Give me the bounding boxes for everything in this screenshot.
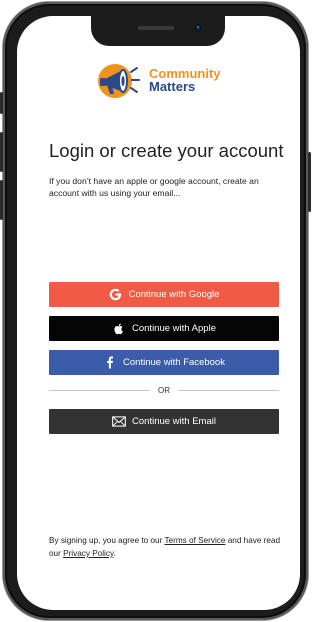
email-button-label: Continue with Email <box>132 416 216 427</box>
apple-icon <box>112 322 126 336</box>
apple-button-label: Continue with Apple <box>132 323 216 334</box>
phone-screen: Community Matters Login or create your a… <box>17 16 300 610</box>
page-subtitle: If you don’t have an apple or google acc… <box>49 176 259 198</box>
envelope-icon <box>112 415 126 429</box>
community-matters-logo: Community Matters <box>95 58 235 102</box>
terms-suffix: . <box>113 549 116 558</box>
terms-notice: By signing up, you agree to our Terms of… <box>49 534 289 560</box>
page-title: Login or create your account <box>49 140 284 161</box>
continue-with-email-button[interactable]: Continue with Email <box>49 409 279 434</box>
facebook-button-label: Continue with Facebook <box>123 357 225 368</box>
continue-with-facebook-button[interactable]: Continue with Facebook <box>49 350 279 375</box>
terms-of-service-link[interactable]: Terms of Service <box>164 536 225 545</box>
divider-line-right <box>178 389 279 391</box>
front-camera-icon <box>194 24 202 32</box>
or-divider: OR <box>49 384 279 396</box>
volume-down-button <box>0 180 3 220</box>
speaker-grille <box>138 26 174 30</box>
privacy-policy-link[interactable]: Privacy Policy <box>63 549 113 558</box>
terms-prefix: By signing up, you agree to our <box>49 536 165 545</box>
google-g-icon <box>109 288 123 302</box>
power-button <box>308 152 311 212</box>
silent-switch <box>0 92 3 114</box>
google-button-label: Continue with Google <box>128 289 220 300</box>
logo-line-matters: Matters <box>149 79 196 94</box>
volume-up-button <box>0 132 3 172</box>
megaphone-icon <box>98 64 140 98</box>
logo-wordmark: Community Matters <box>149 67 221 93</box>
phone-frame: Community Matters Login or create your a… <box>0 2 311 620</box>
continue-with-google-button[interactable]: Continue with Google <box>49 282 279 307</box>
divider-line-left <box>49 389 150 391</box>
or-label: OR <box>158 385 170 395</box>
continue-with-apple-button[interactable]: Continue with Apple <box>49 316 279 341</box>
facebook-f-icon <box>103 356 117 370</box>
notch <box>91 16 225 46</box>
